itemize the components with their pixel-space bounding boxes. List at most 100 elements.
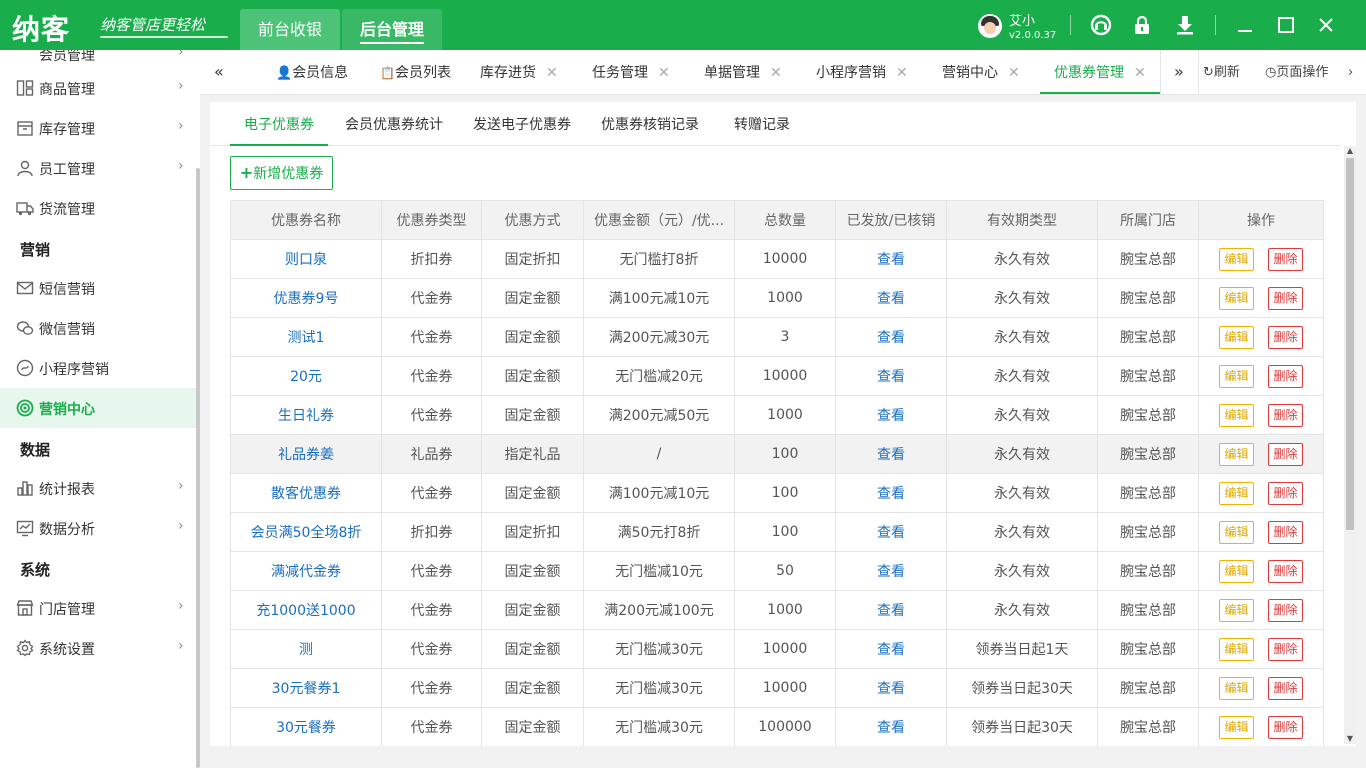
sidebar-item-products[interactable]: 商品管理 › <box>0 68 196 108</box>
tab-marketing-center[interactable]: 营销中心 ✕ <box>942 50 1020 94</box>
view-link[interactable]: 查看 <box>877 369 905 385</box>
view-link[interactable]: 查看 <box>877 720 905 736</box>
view-link[interactable]: 查看 <box>877 330 905 346</box>
page-operations-button[interactable]: ◷页面操作 <box>1265 50 1328 94</box>
panel-scrollbar[interactable]: ▲ ▼ <box>1344 146 1356 744</box>
delete-button[interactable]: 删除 <box>1268 715 1303 739</box>
coupon-name-link[interactable]: 则口泉 <box>230 239 382 279</box>
coupon-name-link[interactable]: 散客优惠券 <box>230 473 382 513</box>
add-coupon-button[interactable]: +新增优惠券 <box>230 156 333 190</box>
sidebar-item-inventory[interactable]: 库存管理 › <box>0 108 196 148</box>
delete-button[interactable]: 删除 <box>1268 559 1303 583</box>
tabs-scroll-left-icon[interactable]: « <box>214 62 224 81</box>
view-link[interactable]: 查看 <box>877 525 905 541</box>
delete-button[interactable]: 删除 <box>1268 286 1303 310</box>
sidebar-item-reports[interactable]: 统计报表 › <box>0 468 196 508</box>
subtab-e-coupons[interactable]: 电子优惠券 <box>230 102 328 146</box>
delete-button[interactable]: 删除 <box>1268 520 1303 544</box>
edit-button[interactable]: 编辑 <box>1219 598 1254 622</box>
scroll-up-icon[interactable]: ▲ <box>1344 146 1356 156</box>
view-link[interactable]: 查看 <box>877 408 905 424</box>
scroll-down-icon[interactable]: ▼ <box>1344 734 1356 744</box>
nav-back-office[interactable]: 后台管理 <box>342 9 442 50</box>
tab-coupon-management[interactable]: 优惠券管理 ✕ <box>1040 50 1160 94</box>
delete-button[interactable]: 删除 <box>1268 442 1303 466</box>
close-tab-icon[interactable]: ✕ <box>658 65 670 81</box>
delete-button[interactable]: 删除 <box>1268 676 1303 700</box>
sidebar-item-staff[interactable]: 员工管理 › <box>0 148 196 188</box>
coupon-name-link[interactable]: 礼品券姜 <box>230 434 382 474</box>
view-link[interactable]: 查看 <box>877 642 905 658</box>
coupon-name-link[interactable]: 测 <box>230 629 382 669</box>
view-link[interactable]: 查看 <box>877 681 905 697</box>
sidebar-item-store-management[interactable]: 门店管理 › <box>0 588 196 628</box>
subtab-redemption-records[interactable]: 优惠券核销记录 <box>601 102 699 146</box>
delete-button[interactable]: 删除 <box>1268 481 1303 505</box>
edit-button[interactable]: 编辑 <box>1219 559 1254 583</box>
tab-document-management[interactable]: 单据管理 ✕ <box>704 50 782 94</box>
tab-mini-program-marketing[interactable]: 小程序营销 ✕ <box>816 50 908 94</box>
edit-button[interactable]: 编辑 <box>1219 403 1254 427</box>
tab-member-list[interactable]: 📋会员列表 <box>380 50 451 94</box>
sidebar-item-logistics[interactable]: 货流管理 <box>0 188 196 228</box>
close-tab-icon[interactable]: ✕ <box>1008 65 1020 81</box>
delete-button[interactable]: 删除 <box>1268 598 1303 622</box>
edit-button[interactable]: 编辑 <box>1219 715 1254 739</box>
coupon-name-link[interactable]: 20元 <box>230 356 382 396</box>
lock-icon[interactable] <box>1130 13 1154 37</box>
view-link[interactable]: 查看 <box>877 486 905 502</box>
sidebar-item-wechat-marketing[interactable]: 微信营销 <box>0 308 196 348</box>
avatar[interactable] <box>978 14 1002 38</box>
edit-button[interactable]: 编辑 <box>1219 676 1254 700</box>
coupon-name-link[interactable]: 优惠券9号 <box>230 278 382 318</box>
delete-button[interactable]: 删除 <box>1268 247 1303 271</box>
download-icon[interactable] <box>1173 13 1197 37</box>
edit-button[interactable]: 编辑 <box>1219 364 1254 388</box>
tab-member-info[interactable]: 👤会员信息 <box>276 50 348 94</box>
refresh-button[interactable]: ↻刷新 <box>1203 50 1240 94</box>
edit-button[interactable]: 编辑 <box>1219 325 1254 349</box>
edit-button[interactable]: 编辑 <box>1219 286 1254 310</box>
coupon-name-link[interactable]: 测试1 <box>230 317 382 357</box>
minimize-icon[interactable] <box>1233 13 1257 37</box>
tabs-scroll-right-icon[interactable]: » <box>1174 62 1184 81</box>
edit-button[interactable]: 编辑 <box>1219 442 1254 466</box>
edit-button[interactable]: 编辑 <box>1219 247 1254 271</box>
subtab-transfer-records[interactable]: 转赠记录 <box>734 102 790 146</box>
view-link[interactable]: 查看 <box>877 603 905 619</box>
delete-button[interactable]: 删除 <box>1268 403 1303 427</box>
edit-button[interactable]: 编辑 <box>1219 637 1254 661</box>
sidebar-item-marketing-center[interactable]: 营销中心 <box>0 388 196 428</box>
view-link[interactable]: 查看 <box>877 291 905 307</box>
sidebar-item-system-settings[interactable]: 系统设置 › <box>0 628 196 668</box>
coupon-name-link[interactable]: 30元餐券1 <box>230 668 382 708</box>
nav-front-cashier[interactable]: 前台收银 <box>240 9 340 50</box>
close-tab-icon[interactable]: ✕ <box>770 65 782 81</box>
coupon-name-link[interactable]: 满减代金券 <box>230 551 382 591</box>
sidebar-item-data-analysis[interactable]: 数据分析 › <box>0 508 196 548</box>
tab-stock-purchase[interactable]: 库存进货 ✕ <box>480 50 558 94</box>
view-link[interactable]: 查看 <box>877 564 905 580</box>
sidebar-item-mini-program-marketing[interactable]: 小程序营销 <box>0 348 196 388</box>
close-icon[interactable] <box>1314 13 1338 37</box>
close-tab-icon[interactable]: ✕ <box>896 65 908 81</box>
tab-task-management[interactable]: 任务管理 ✕ <box>592 50 670 94</box>
subtab-member-coupon-stats[interactable]: 会员优惠券统计 <box>345 102 443 146</box>
delete-button[interactable]: 删除 <box>1268 364 1303 388</box>
edit-button[interactable]: 编辑 <box>1219 481 1254 505</box>
coupon-name-link[interactable]: 会员满50全场8折 <box>230 512 382 552</box>
view-link[interactable]: 查看 <box>877 447 905 463</box>
coupon-name-link[interactable]: 30元餐券 <box>230 707 382 746</box>
delete-button[interactable]: 删除 <box>1268 637 1303 661</box>
sidebar-item-sms-marketing[interactable]: 短信营销 <box>0 268 196 308</box>
coupon-name-link[interactable]: 生日礼券 <box>230 395 382 435</box>
chevron-right-icon[interactable]: › <box>1348 50 1353 94</box>
headset-icon[interactable] <box>1089 13 1113 37</box>
close-tab-icon[interactable]: ✕ <box>546 65 558 81</box>
close-tab-icon[interactable]: ✕ <box>1134 65 1146 81</box>
view-link[interactable]: 查看 <box>877 252 905 268</box>
scrollbar-thumb[interactable] <box>1346 158 1354 530</box>
subtab-send-e-coupon[interactable]: 发送电子优惠券 <box>473 102 571 146</box>
maximize-icon[interactable] <box>1274 13 1298 37</box>
coupon-name-link[interactable]: 充1000送1000 <box>230 590 382 630</box>
